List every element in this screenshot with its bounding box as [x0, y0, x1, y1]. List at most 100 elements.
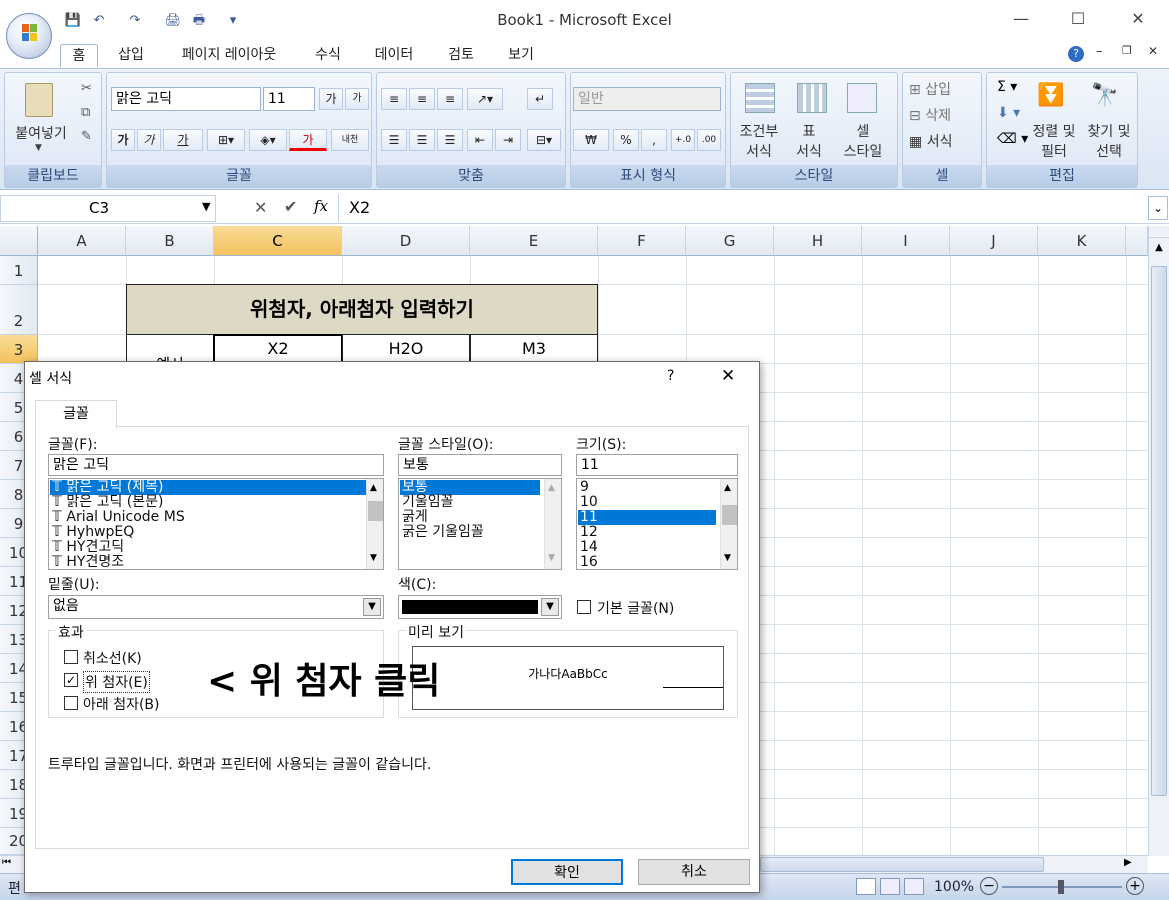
grow-font-button[interactable]: 가 [319, 88, 343, 110]
scroll-up-icon[interactable]: ▲ [548, 483, 555, 493]
sort-filter-button[interactable]: 정렬 및 [1027, 121, 1081, 141]
font-list-scrollbar[interactable]: ▲ ▼ [366, 479, 383, 569]
expand-formula-icon[interactable]: ⌄ [1148, 196, 1168, 220]
scroll-down-icon[interactable]: ▼ [370, 553, 377, 563]
scroll-up-icon[interactable]: ▲ [724, 483, 731, 493]
chevron-down-icon[interactable]: ▼ [363, 598, 381, 616]
align-right-button[interactable]: ☰ [437, 129, 463, 151]
scroll-down-icon[interactable]: ▼ [548, 553, 555, 563]
copy-icon[interactable]: ⧉ [81, 105, 90, 120]
font-list[interactable]: 𝕋 맑은 고딕 (제목) 𝕋 맑은 고딕 (본문) 𝕋 Arial Unicod… [48, 478, 384, 570]
cell-d3[interactable]: H2O [342, 334, 470, 364]
column-header-k[interactable]: K [1038, 226, 1126, 256]
column-header-j[interactable]: J [950, 226, 1038, 256]
tab-view[interactable]: 보기 [496, 44, 546, 67]
border-button[interactable]: ⊞▾ [207, 129, 245, 151]
column-header-g[interactable]: G [686, 226, 774, 256]
list-item[interactable]: 𝕋 맑은 고딕 (본문) [50, 495, 366, 510]
comma-button[interactable]: , [641, 129, 667, 151]
align-left-button[interactable]: ☰ [381, 129, 407, 151]
help-icon[interactable]: ? [1068, 46, 1084, 62]
paste-icon[interactable] [25, 83, 53, 117]
minimize-icon[interactable]: — [1006, 6, 1036, 32]
tab-home[interactable]: 홈 [60, 44, 98, 67]
merge-center-button[interactable]: ⊟▾ [527, 129, 561, 151]
list-item[interactable]: 굵게 [400, 510, 540, 525]
number-format-dropdown[interactable]: 일반 [573, 87, 721, 111]
cancel-button[interactable]: 취소 [638, 859, 750, 885]
vertical-scrollbar[interactable]: ▲ [1148, 226, 1169, 856]
list-item[interactable]: 𝕋 HY견명조 [50, 555, 366, 570]
page-break-view-icon[interactable] [904, 878, 924, 895]
font-name-dropdown[interactable]: 맑은 고딕 [111, 87, 261, 111]
column-header-d[interactable]: D [342, 226, 470, 256]
sheet-nav-icon[interactable]: ⏮ [2, 857, 11, 868]
scroll-up-icon[interactable]: ▲ [370, 483, 377, 493]
insert-function-icon[interactable]: fx [314, 197, 328, 215]
ribbon-close-icon[interactable]: ✕ [1148, 44, 1158, 58]
dialog-help-icon[interactable]: ? [667, 368, 674, 384]
scroll-right-icon[interactable]: ▶ [1124, 857, 1132, 868]
list-item[interactable]: 굵은 기울임꼴 [400, 525, 540, 540]
name-box[interactable]: C3 [0, 195, 216, 222]
underline-select[interactable]: 없음 [48, 595, 384, 619]
chevron-down-icon[interactable]: ▼ [541, 598, 559, 616]
decrease-indent-button[interactable]: ⇤ [467, 129, 493, 151]
ribbon-min-icon[interactable]: – [1096, 44, 1103, 59]
italic-button[interactable]: 가 [137, 129, 161, 151]
ok-button[interactable]: 확인 [511, 859, 623, 885]
insert-cells-button[interactable]: ⊞ 삽입 [909, 79, 975, 99]
zoom-out-icon[interactable]: − [980, 877, 998, 895]
conditional-format-icon[interactable] [745, 83, 775, 113]
ribbon-restore-icon[interactable]: ❐ [1122, 44, 1132, 57]
horizontal-scroll-thumb[interactable] [760, 857, 1044, 872]
fill-icon[interactable]: ⬇ ▾ [997, 105, 1020, 121]
list-item[interactable]: 𝕋 HyhwpEQ [50, 525, 366, 540]
row-header[interactable]: 3 [0, 335, 38, 364]
column-header-i[interactable]: I [862, 226, 950, 256]
page-layout-view-icon[interactable] [880, 878, 900, 895]
align-center-button[interactable]: ☰ [409, 129, 435, 151]
font-size-scrollbar[interactable]: ▲ ▼ [720, 479, 737, 569]
column-header-f[interactable]: F [598, 226, 686, 256]
font-style-list[interactable]: 보통 기울임꼴 굵게 굵은 기울임꼴 ▲ ▼ [398, 478, 562, 570]
normal-font-checkbox[interactable] [577, 600, 591, 614]
title-cell[interactable]: 위첨자, 아래첨자 입력하기 [126, 284, 598, 335]
increase-decimal-button[interactable]: +.0 [671, 129, 695, 151]
format-cells-button[interactable]: ▦ 서식 [909, 131, 975, 151]
cell-styles-button[interactable]: 셀 [835, 121, 891, 141]
percent-button[interactable]: % [613, 129, 639, 151]
decrease-decimal-button[interactable]: .00 [697, 129, 721, 151]
clear-icon[interactable]: ⌫ ▾ [997, 131, 1028, 147]
list-item[interactable]: 10 [578, 495, 716, 510]
column-header-c[interactable]: C [214, 226, 342, 256]
format-table-button[interactable]: 표 [787, 121, 831, 141]
align-middle-button[interactable]: ≡ [409, 88, 435, 110]
row-header[interactable]: 1 [0, 256, 38, 285]
subscript-checkbox[interactable] [64, 696, 78, 710]
column-header-e[interactable]: E [470, 226, 598, 256]
tab-formulas[interactable]: 수식 [303, 44, 353, 67]
list-item[interactable]: 12 [578, 525, 716, 540]
zoom-level[interactable]: 100% [934, 879, 974, 895]
cell-styles-icon[interactable] [847, 83, 877, 113]
list-item[interactable]: 기울임꼴 [400, 495, 540, 510]
font-size-thumb[interactable] [722, 505, 737, 525]
format-table-icon[interactable] [797, 83, 827, 113]
orientation-button[interactable]: ↗▾ [467, 88, 503, 110]
scroll-up-icon[interactable]: ▲ [1151, 242, 1167, 260]
strikethrough-checkbox[interactable] [64, 650, 78, 664]
cancel-entry-icon[interactable]: ✕ [254, 198, 267, 217]
normal-view-icon[interactable] [856, 878, 876, 895]
zoom-in-icon[interactable]: + [1126, 877, 1144, 895]
column-header-b[interactable]: B [126, 226, 214, 256]
format-painter-icon[interactable]: ✎ [81, 129, 92, 144]
font-size-dropdown[interactable]: 11 [263, 87, 315, 111]
font-color-button[interactable]: 가 [289, 129, 327, 151]
list-item[interactable]: 보통 [400, 480, 540, 495]
find-select-icon[interactable]: 🔭 [1091, 83, 1121, 111]
cell-c3[interactable]: X2 [213, 334, 343, 364]
list-item[interactable]: 11 [578, 510, 716, 525]
phonetic-button[interactable]: 내천 [331, 129, 369, 151]
autosum-icon[interactable]: Σ ▾ [997, 79, 1017, 95]
